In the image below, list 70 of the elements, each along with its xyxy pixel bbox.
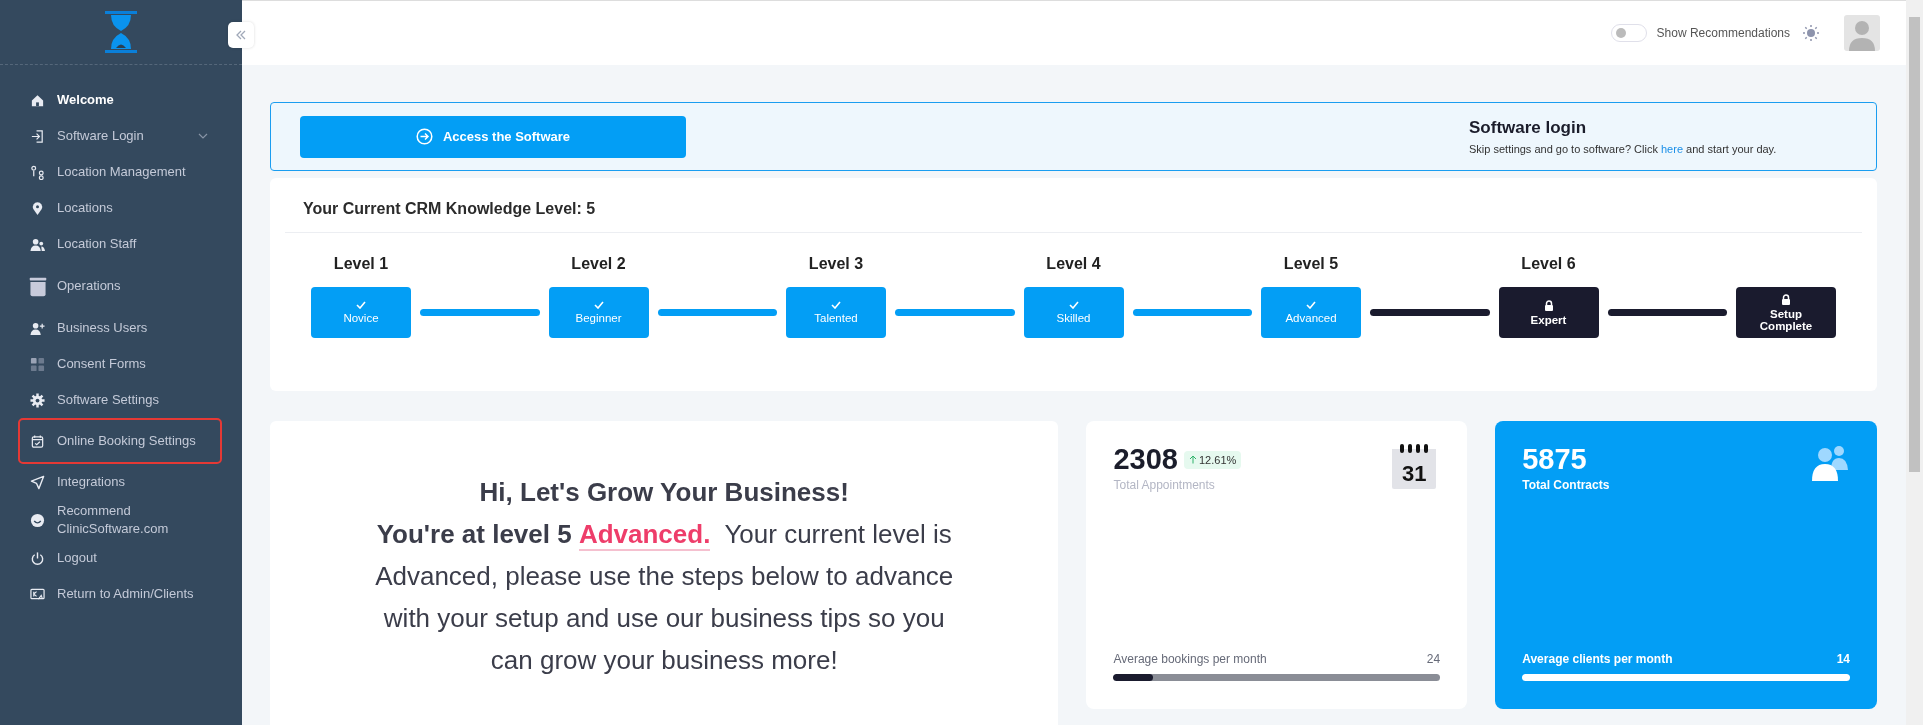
calendar-icon xyxy=(30,433,45,449)
check-icon xyxy=(831,301,841,309)
sidebar-item[interactable]: Welcome xyxy=(18,82,222,118)
sidebar-item[interactable]: Recommend ClinicSoftware.com xyxy=(18,500,222,540)
home-icon xyxy=(30,92,45,108)
sun-icon[interactable] xyxy=(1802,24,1820,42)
level-label: Level 3 xyxy=(808,255,864,274)
sidebar-item[interactable]: Business Users xyxy=(18,310,222,346)
logo-icon xyxy=(103,10,139,54)
toggle-label: Show Recommendations xyxy=(1656,26,1790,40)
footer-label: Average clients per month xyxy=(1522,652,1673,666)
level-label: Level 5 xyxy=(1283,255,1339,274)
level-label: Level 6 xyxy=(1521,255,1576,274)
level-label: Level 4 xyxy=(1046,255,1101,274)
login-icon xyxy=(30,128,45,144)
footer-value: 24 xyxy=(1426,652,1441,666)
monitor-icon xyxy=(30,586,45,602)
welcome-heading: Hi, Let's Grow Your Business! xyxy=(478,476,850,509)
login-icon xyxy=(415,128,433,145)
grid-icon xyxy=(30,356,45,372)
lock-icon xyxy=(1543,299,1554,311)
banner-title: Software login xyxy=(1469,118,1588,138)
sidebar-item[interactable]: Logout xyxy=(18,540,222,576)
level-step[interactable]: Setup Complete xyxy=(1736,287,1836,338)
welcome-message: You're at level 5 Advanced. Your current level is Advanced, please use the steps below to advance with your setup and use our business tips so you can grow your business more! xyxy=(374,518,955,677)
arrow-up-icon xyxy=(1188,455,1197,464)
stat-value: 2308 xyxy=(1113,443,1178,476)
send-icon xyxy=(30,474,45,490)
staff-icon xyxy=(30,236,45,252)
change-badge: 12.61% xyxy=(1183,450,1242,469)
check-icon xyxy=(356,301,366,309)
footer-label: Average bookings per month xyxy=(1113,652,1267,666)
chevron-down-icon xyxy=(198,133,208,139)
sidebar-item[interactable]: Location Management xyxy=(18,154,222,190)
sidebar-item[interactable]: Location Staff xyxy=(18,226,222,262)
recommendations-toggle[interactable] xyxy=(1610,24,1647,42)
stat-label: Total Appointments xyxy=(1113,478,1216,492)
check-icon xyxy=(1068,301,1079,309)
adduser-icon xyxy=(30,320,45,336)
nodes-icon xyxy=(30,164,45,180)
lock-icon xyxy=(1781,293,1791,305)
stat-label: Total Contracts xyxy=(1522,478,1610,492)
banner-text: Skip settings and go to software? Click here and start your day. xyxy=(1469,143,1778,155)
sidebar-item[interactable]: Software Settings xyxy=(18,382,222,418)
sidebar-item[interactable]: Online Booking Settings xyxy=(18,418,222,464)
sidebar-item[interactable]: Operations xyxy=(18,262,222,310)
knowledge-level-title: Your Current CRM Knowledge Level: 5 xyxy=(285,178,1862,233)
power-icon xyxy=(30,550,45,566)
sidebar-item[interactable]: Software Login xyxy=(18,118,222,154)
sidebar-item[interactable]: Return to Admin/Clients xyxy=(18,576,222,612)
users-icon xyxy=(1810,443,1850,483)
avatar-icon[interactable] xyxy=(1844,15,1880,51)
double-chevron-left-icon xyxy=(235,29,247,41)
pin-icon xyxy=(30,200,45,216)
sidebar-item[interactable]: Integrations xyxy=(18,464,222,500)
level-label: Level 2 xyxy=(571,255,626,274)
stat-value: 5875 xyxy=(1522,443,1587,476)
check-icon xyxy=(593,301,604,309)
level-step[interactable]: Expert xyxy=(1498,287,1599,338)
scrollbar[interactable] xyxy=(1906,0,1923,725)
sidebar-item[interactable]: Consent Forms xyxy=(18,346,222,382)
calendar-icon: 31 xyxy=(1392,444,1437,489)
level-label: Level 1 xyxy=(333,255,389,274)
footer-value: 14 xyxy=(1836,652,1850,666)
sidebar-item[interactable]: Locations xyxy=(18,190,222,226)
collapse-button[interactable] xyxy=(228,22,254,48)
gear-icon xyxy=(30,392,45,408)
here-link[interactable]: here xyxy=(1661,143,1683,155)
check-icon xyxy=(1306,301,1316,309)
smile-icon xyxy=(30,512,45,528)
